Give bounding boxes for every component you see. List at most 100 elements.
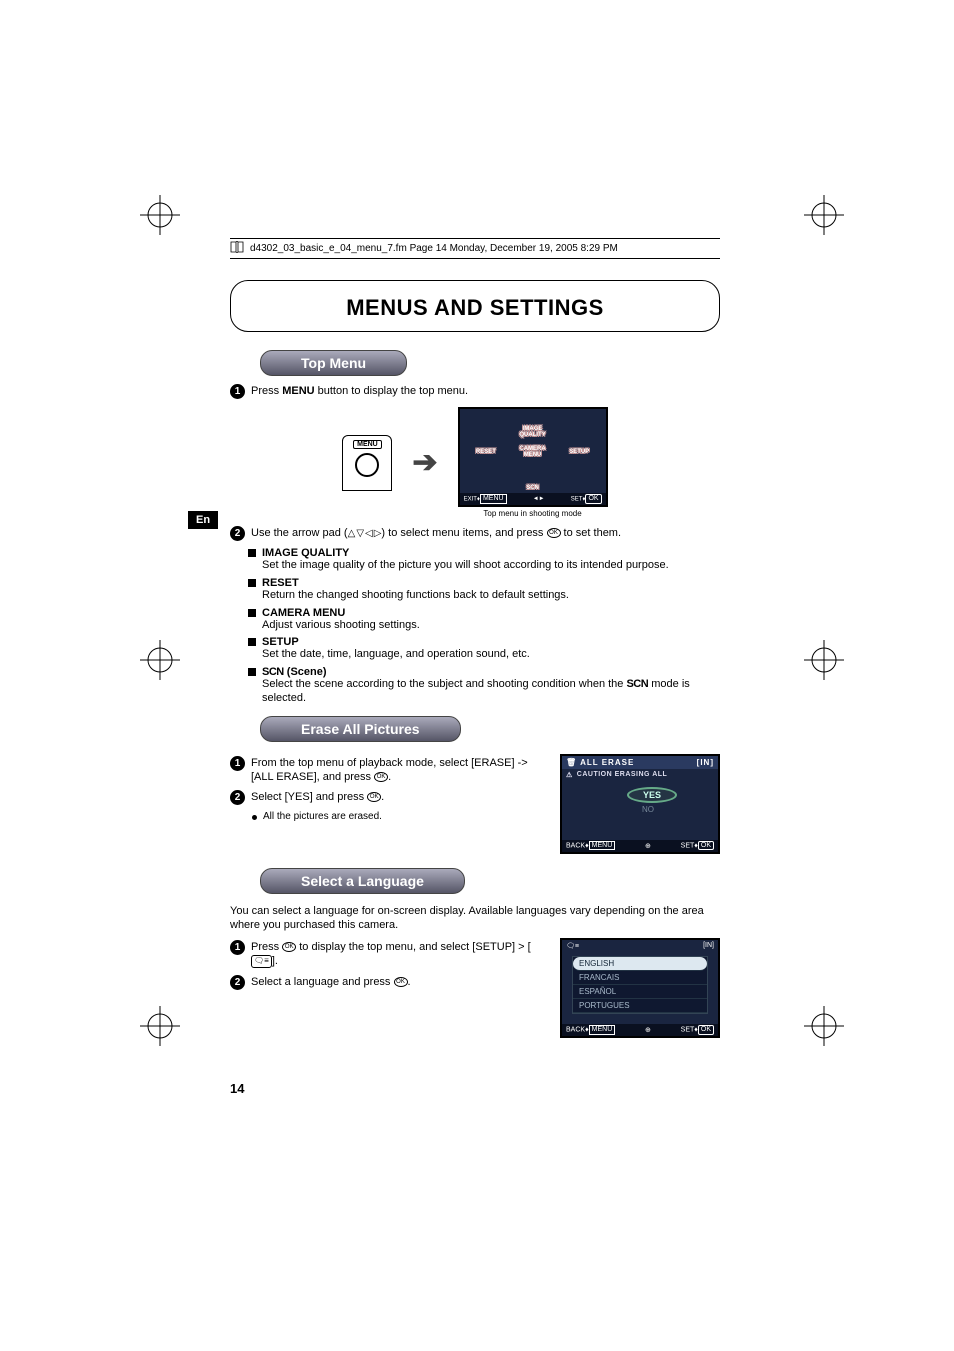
ok-button-icon: OK: [282, 942, 296, 952]
square-bullet-icon: [248, 609, 256, 617]
square-bullet-icon: [248, 549, 256, 557]
section-heading-erase: Erase All Pictures: [260, 716, 461, 742]
lcd-item: SCN: [526, 485, 539, 491]
book-icon: [230, 241, 244, 256]
step-number-icon: 2: [230, 790, 245, 805]
lcd-no-option: NO: [642, 805, 718, 814]
step-2-erase: 2 Select [YES] and press OK.: [230, 790, 544, 805]
bullet-desc: Set the image quality of the picture you…: [262, 559, 720, 573]
camera-menu-button-illustration: MENU: [342, 435, 392, 491]
dot-bullet-icon: [252, 815, 257, 820]
registration-mark-icon: [140, 195, 180, 235]
lcd-item: IMAGE QUALITY: [510, 426, 555, 438]
lcd-top-menu-screenshot: RESET IMAGE QUALITY SETUP CAMERA MENU SC…: [458, 407, 608, 507]
step-number-icon: 1: [230, 756, 245, 771]
lcd-in-label: [IN]: [703, 942, 714, 950]
bullet-item-scn: SCN (Scene): [248, 666, 720, 678]
menu-diagram: MENU ➔ RESET IMAGE QUALITY SETUP CAMERA …: [230, 407, 720, 518]
bullet-item: SETUP: [248, 636, 720, 648]
step-1-top-menu: 1 Press MENU button to display the top m…: [230, 384, 720, 399]
nav-arrows-icon: ⊕: [645, 1026, 651, 1034]
ok-button-icon: OK: [374, 772, 388, 782]
language-tab-en: En: [188, 511, 218, 529]
lcd-footer-bar: EXIT♦MENU ◄► SET♦OK: [460, 493, 606, 505]
step-text: From the top menu of playback mode, sele…: [251, 756, 544, 785]
registration-mark-icon: [804, 1006, 844, 1046]
page-title: MENUS AND SETTINGS: [231, 295, 719, 321]
section-heading-top-menu: Top Menu: [260, 350, 407, 376]
lcd-exit-label: EXIT♦MENU: [464, 494, 507, 504]
sub-bullet: All the pictures are erased.: [252, 811, 544, 822]
page-number: 14: [230, 1081, 244, 1096]
step-number-icon: 1: [230, 940, 245, 955]
lcd-wrapper: RESET IMAGE QUALITY SETUP CAMERA MENU SC…: [458, 407, 608, 518]
lcd-language-option: ESPAÑOL: [573, 985, 707, 999]
chapter-title-box: MENUS AND SETTINGS: [230, 280, 720, 332]
warning-icon: ⚠: [566, 771, 573, 779]
bullet-desc: Return the changed shooting functions ba…: [262, 589, 720, 603]
step-2-top-menu: 2 Use the arrow pad (△▽◁▷) to select men…: [230, 526, 720, 541]
step-2-language: 2 Select a language and press OK.: [230, 975, 544, 990]
square-bullet-icon: [248, 579, 256, 587]
lcd-language-screenshot: 🗨≡ [IN] ENGLISH FRANCAIS ESPAÑOL PORTUGU…: [560, 938, 720, 1038]
ok-button-icon: OK: [547, 528, 561, 538]
step-1-erase: 1 From the top menu of playback mode, se…: [230, 756, 544, 785]
lcd-footer-bar: BACK♦MENU ⊕ SET♦OK: [562, 840, 718, 852]
bullet-desc: Set the date, time, language, and operat…: [262, 648, 720, 662]
lcd-language-option: FRANCAIS: [573, 971, 707, 985]
lcd-title-bar: 🗑 ALL ERASE [IN]: [562, 756, 718, 769]
lcd-arrows-icon: ◄►: [533, 496, 545, 502]
arrow-pad-icon: △▽◁▷: [348, 527, 382, 540]
ok-button-icon: OK: [367, 792, 381, 802]
lcd-set-label: SET♦OK: [681, 1025, 714, 1035]
language-setup-icon: 🗨≡: [251, 955, 272, 967]
lcd-item: CAMERA MENU: [510, 446, 555, 458]
step-number-icon: 1: [230, 384, 245, 399]
page-content: MENUS AND SETTINGS Top Menu 1 Press MENU…: [230, 280, 720, 1038]
language-section-body: 1 Press OK to display the top menu, and …: [230, 938, 720, 1038]
lcd-top-row: 🗨≡ [IN]: [562, 940, 718, 952]
lcd-set-label: SET♦OK: [571, 494, 602, 504]
step-text: Select [YES] and press OK.: [251, 790, 544, 804]
lcd-item: SETUP: [569, 449, 589, 455]
step-1-language: 1 Press OK to display the top menu, and …: [230, 940, 544, 969]
step-number-icon: 2: [230, 975, 245, 990]
lcd-item: RESET: [476, 449, 496, 455]
square-bullet-icon: [248, 668, 256, 676]
registration-mark-icon: [140, 1006, 180, 1046]
bullet-item: IMAGE QUALITY: [248, 547, 720, 559]
language-setup-icon: 🗨≡: [566, 942, 579, 950]
trash-icon: 🗑: [566, 758, 577, 767]
menu-button-label: MENU: [353, 440, 382, 449]
lcd-caption: Top menu in shooting mode: [458, 509, 608, 518]
bullet-item: RESET: [248, 577, 720, 589]
bullet-desc: Adjust various shooting settings.: [262, 619, 720, 633]
step-text: Use the arrow pad (△▽◁▷) to select menu …: [251, 526, 720, 540]
ok-button-icon: OK: [394, 977, 408, 987]
lcd-caution-row: ⚠CAUTION ERASING ALL: [562, 769, 718, 781]
step-text: Press OK to display the top menu, and se…: [251, 940, 544, 969]
button-circle-icon: [355, 453, 379, 477]
menu-item-descriptions: IMAGE QUALITY Set the image quality of t…: [248, 547, 720, 706]
erase-section-body: 1 From the top menu of playback mode, se…: [230, 754, 720, 854]
bullet-item: CAMERA MENU: [248, 607, 720, 619]
header-filename-line: d4302_03_basic_e_04_menu_7.fm Page 14 Mo…: [230, 238, 720, 259]
registration-mark-icon: [140, 640, 180, 680]
lcd-footer-bar: BACK♦MENU ⊕ SET♦OK: [562, 1024, 718, 1036]
header-text: d4302_03_basic_e_04_menu_7.fm Page 14 Mo…: [250, 243, 618, 254]
section-heading-language: Select a Language: [260, 868, 465, 894]
lcd-back-label: BACK♦MENU: [566, 841, 615, 851]
lcd-language-option: PORTUGUES: [573, 999, 707, 1013]
lcd-back-label: BACK♦MENU: [566, 1025, 615, 1035]
lcd-in-label: [IN]: [697, 758, 714, 767]
lcd-erase-title: 🗑 ALL ERASE: [566, 758, 634, 767]
lcd-set-label: SET♦OK: [681, 841, 714, 851]
registration-mark-icon: [804, 195, 844, 235]
bullet-desc: Select the scene according to the subjec…: [262, 678, 720, 706]
step-number-icon: 2: [230, 526, 245, 541]
step-text: Select a language and press OK.: [251, 975, 544, 989]
lcd-yes-option: YES: [627, 787, 677, 803]
lcd-language-list: ENGLISH FRANCAIS ESPAÑOL PORTUGUES: [572, 956, 708, 1014]
nav-arrows-icon: ⊕: [645, 842, 651, 850]
registration-mark-icon: [804, 640, 844, 680]
